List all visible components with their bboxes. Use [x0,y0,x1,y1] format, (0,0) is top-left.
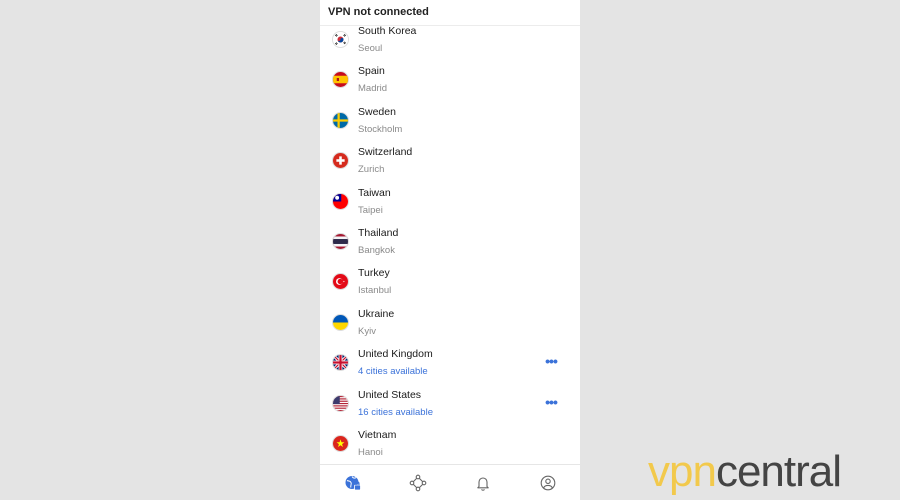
flag-ukraine-icon [332,313,349,331]
server-list[interactable]: South Korea Seoul Spain Madrid Sweden St… [320,21,580,465]
server-row-ukraine[interactable]: Ukraine Kyiv [320,304,580,344]
cities-available-link[interactable]: 16 cities available [358,407,433,418]
network-nodes-icon[interactable] [409,474,427,492]
flag-thailand-icon [332,232,349,250]
flag-sweden-icon [332,111,349,129]
bottom-navigation [320,464,580,500]
more-options-button[interactable]: ••• [540,354,562,369]
flag-united-kingdom-icon [332,354,349,372]
country-name: Taiwan [358,186,391,199]
server-row-sweden[interactable]: Sweden Stockholm [320,102,580,142]
server-row-spain[interactable]: Spain Madrid [320,61,580,101]
country-name: Turkey [358,267,390,280]
flag-united-states-icon [332,394,349,412]
city-name: Zurich [358,164,385,176]
city-name: Istanbul [358,285,392,297]
city-name: Kyiv [358,325,376,337]
vpncentral-watermark-logo: vpncentral [648,447,893,497]
cities-available-link[interactable]: 4 cities available [358,366,428,377]
server-row-taiwan[interactable]: Taiwan Taipei [320,183,580,223]
city-name: Taipei [358,204,383,216]
flag-spain-icon [332,71,349,89]
country-name: United Kingdom [358,348,433,361]
globe-lock-icon[interactable] [344,474,362,492]
city-name: Stockholm [358,123,403,135]
server-row-united-states[interactable]: United States 16 cities available ••• [320,385,580,425]
app-window: VPN not connected South Korea Seoul Spai… [320,0,580,500]
server-row-turkey[interactable]: Turkey Istanbul [320,263,580,303]
flag-south-korea-icon [332,31,349,48]
country-name: Ukraine [358,307,395,320]
city-name: Madrid [358,83,388,95]
country-name: Thailand [358,226,399,239]
bell-icon[interactable] [474,474,492,492]
server-row-united-kingdom[interactable]: United Kingdom 4 cities available ••• [320,344,580,384]
logo-vpn-text: vpn [648,447,717,496]
server-row-south-korea[interactable]: South Korea Seoul [320,21,580,61]
profile-icon[interactable] [539,474,557,492]
country-name: Vietnam [358,428,397,441]
server-row-thailand[interactable]: Thailand Bangkok [320,223,580,263]
country-name: South Korea [358,25,417,37]
country-name: United States [358,388,422,401]
server-row-vietnam[interactable]: Vietnam Hanoi [320,425,580,465]
city-name: Hanoi [358,446,383,458]
connection-status-text: VPN not connected [328,6,429,18]
country-name: Sweden [358,105,396,118]
logo-central-text: central [715,447,842,496]
connection-status-bar: VPN not connected [320,0,580,26]
server-row-switzerland[interactable]: Switzerland Zurich [320,142,580,182]
city-name: Bangkok [358,244,395,256]
flag-vietnam-icon [332,434,349,452]
flag-switzerland-icon [332,152,349,170]
city-name: Seoul [358,43,383,54]
flag-turkey-icon [332,273,349,291]
country-name: Switzerland [358,146,413,159]
flag-taiwan-icon [332,192,349,210]
country-name: Spain [358,65,385,78]
more-options-button[interactable]: ••• [540,395,562,410]
